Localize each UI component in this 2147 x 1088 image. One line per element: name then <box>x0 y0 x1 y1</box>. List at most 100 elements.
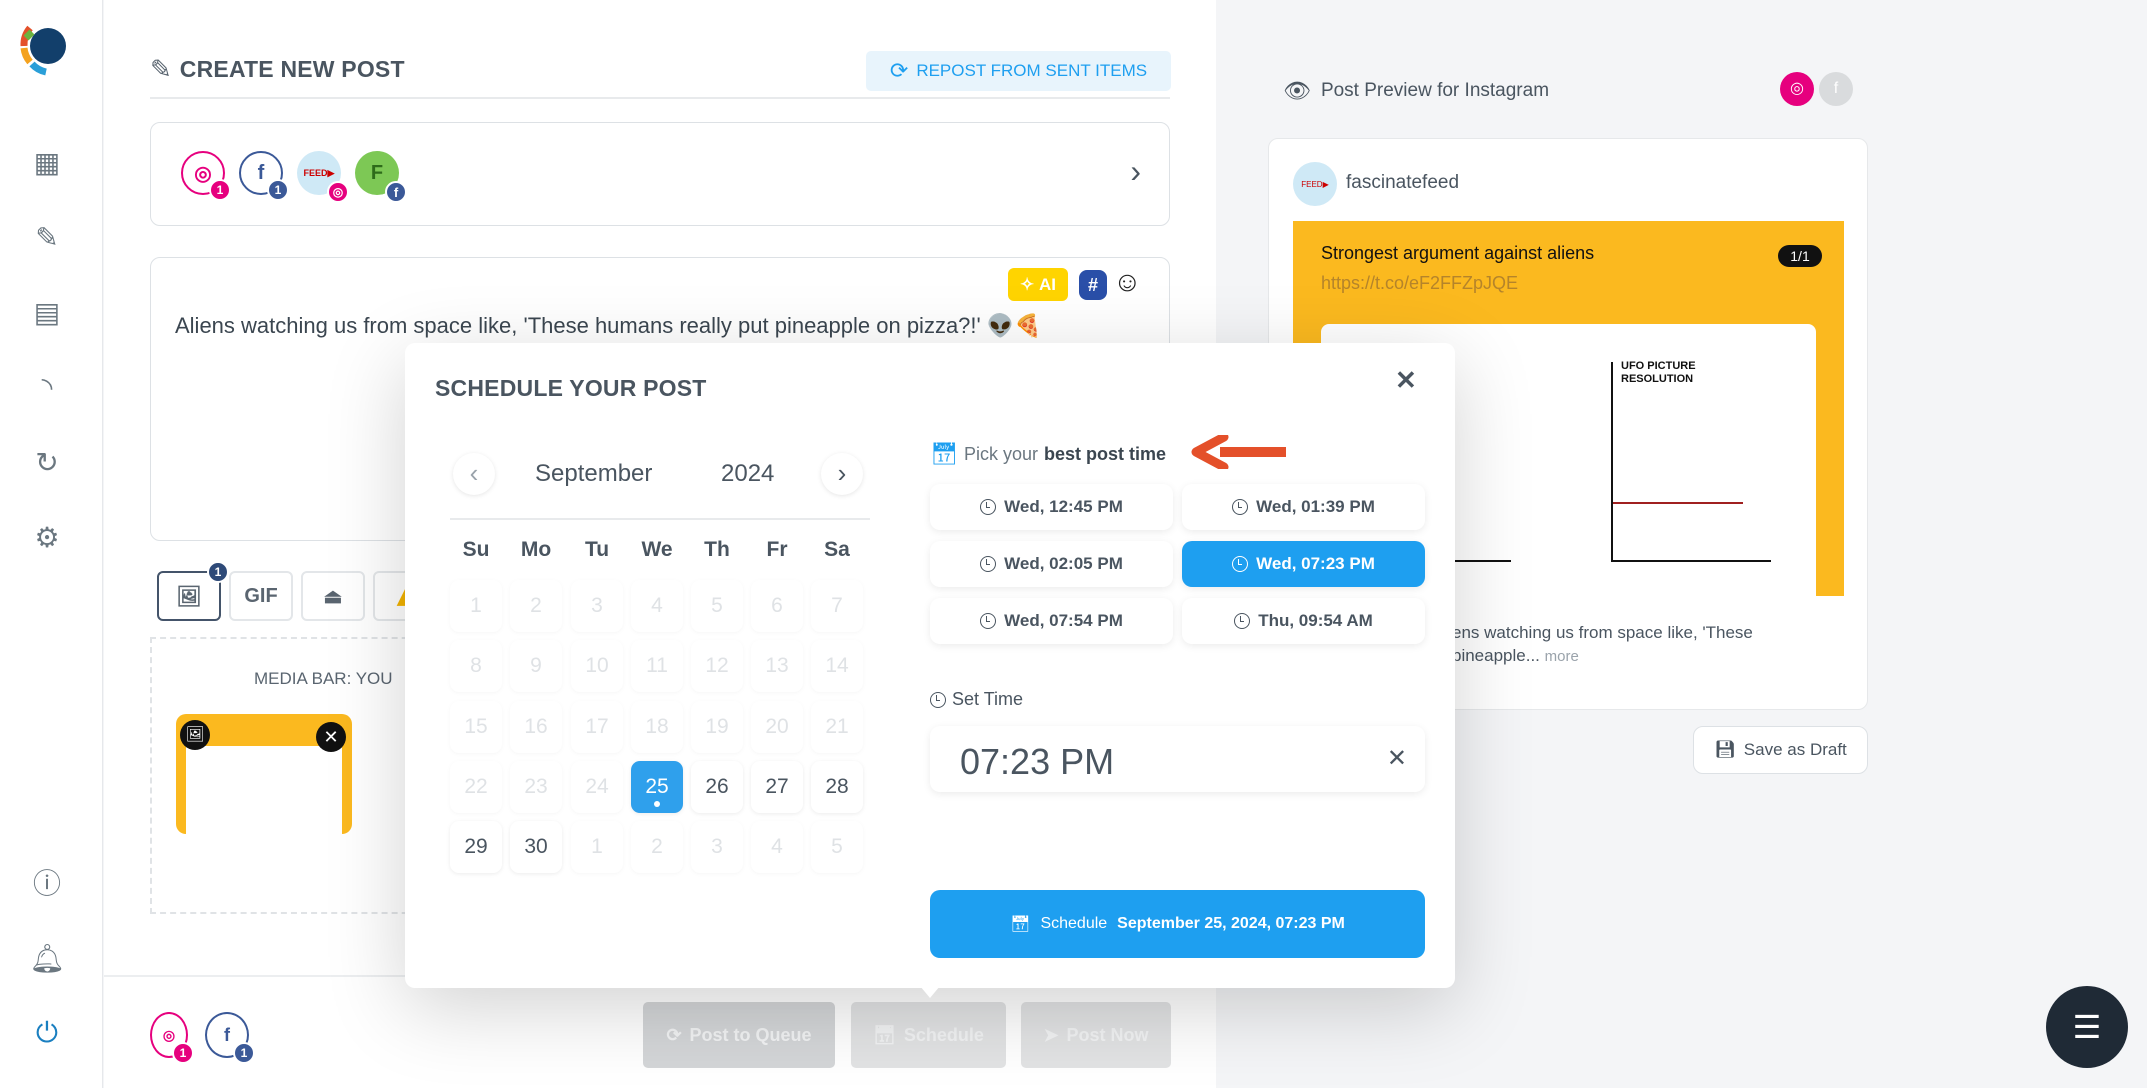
post-now-button[interactable]: ➤ Post Now <box>1021 1002 1171 1068</box>
menu-button[interactable]: ☰ <box>2046 986 2128 1068</box>
eye-icon: 👁︎ <box>1283 78 1311 103</box>
rss-icon[interactable]: ◝ <box>30 370 64 404</box>
repost-button[interactable]: ⟳ REPOST FROM SENT ITEMS <box>866 51 1171 91</box>
image-icon: 🖼︎ <box>180 720 210 750</box>
instagram-icon: ◎ <box>194 162 212 185</box>
account-fascinatefeed[interactable]: FEED▶ ◎ <box>297 151 349 203</box>
calendar-day: 7 <box>811 580 863 632</box>
calendar-day[interactable]: 29 <box>450 821 502 873</box>
calendar-day: 23 <box>510 761 562 813</box>
calendar-day: 17 <box>571 701 623 753</box>
upload-button[interactable]: ⏏ <box>301 571 365 621</box>
power-icon[interactable]: ⏻ <box>30 1016 64 1050</box>
account-instagram[interactable]: ◎ 1 <box>181 151 231 201</box>
queue-icon: ⟳ <box>666 1024 682 1045</box>
edit-icon[interactable]: ✎ <box>30 220 64 254</box>
account-f[interactable]: Ff <box>355 151 407 203</box>
preview-instagram-tab[interactable]: ◎ <box>1780 72 1814 106</box>
clock-icon <box>1232 556 1249 572</box>
best-time-label: 📅︎ Pick your best post time <box>930 441 1166 466</box>
calendar-day: 11 <box>631 640 683 692</box>
divider <box>150 97 1170 99</box>
page-title: CREATE NEW POST <box>179 56 405 82</box>
gif-button[interactable]: GIF <box>229 571 293 621</box>
time-slot[interactable]: Thu, 09:54 AM <box>1182 598 1425 644</box>
image-upload-button[interactable]: 🖼︎ 1 <box>157 561 229 621</box>
clock-icon <box>980 556 997 572</box>
clock-icon <box>1234 613 1251 629</box>
calendar-day: 20 <box>751 701 803 753</box>
time-slot[interactable]: Wed, 01:39 PM <box>1182 484 1425 530</box>
prev-month-button[interactable]: ‹ <box>453 453 495 495</box>
facebook-icon: f <box>385 181 407 203</box>
calendar-day: 15 <box>450 701 502 753</box>
next-month-button[interactable]: › <box>821 453 863 495</box>
app-logo[interactable] <box>16 16 76 76</box>
post-text[interactable]: Aliens watching us from space like, 'The… <box>175 313 1042 339</box>
set-time-label: Set Time <box>930 689 1023 710</box>
selected-instagram[interactable]: ◎ 1 <box>150 1012 194 1064</box>
time-slot[interactable]: Wed, 02:05 PM <box>930 541 1173 587</box>
time-slot[interactable]: Wed, 07:23 PM <box>1182 541 1425 587</box>
weekday-header: Mo <box>520 538 552 561</box>
accounts-selector[interactable]: ◎ 1 f1 FEED▶ ◎ Ff › <box>150 122 1170 226</box>
clock-icon <box>980 613 997 629</box>
calendar-day[interactable]: 30 <box>510 821 562 873</box>
more-link[interactable]: more <box>1545 648 1579 665</box>
ai-button[interactable]: ✧ AI <box>1008 268 1068 301</box>
post-to-queue-button[interactable]: ⟳ Post to Queue <box>643 1002 835 1068</box>
thumbnail-image <box>186 746 342 834</box>
account-avatar: FEED▶ <box>1293 162 1337 206</box>
save-icon: 💾︎ <box>1714 740 1736 759</box>
calendar-day: 10 <box>571 640 623 692</box>
image-counter: 1/1 <box>1778 245 1822 267</box>
calendar-day: 22 <box>450 761 502 813</box>
selected-facebook[interactable]: f1 <box>205 1012 255 1064</box>
calendar-day[interactable]: 27 <box>751 761 803 813</box>
modal-title: SCHEDULE YOUR POST <box>435 375 707 401</box>
gear-icon[interactable]: ⚙ <box>30 520 64 554</box>
calendar-day: 8 <box>450 640 502 692</box>
create-post-header: ✎ CREATE NEW POST <box>150 54 405 85</box>
info-icon[interactable]: ⓘ <box>30 865 64 899</box>
clock-icon <box>1232 499 1249 515</box>
calendar-day: 19 <box>691 701 743 753</box>
news-icon[interactable]: ▤ <box>30 295 64 329</box>
save-draft-button[interactable]: 💾︎ Save as Draft <box>1693 726 1868 774</box>
year-select[interactable]: 2024 <box>721 460 774 488</box>
divider <box>450 518 870 520</box>
edit-icon: ✎ <box>150 54 172 84</box>
schedule-confirm-button[interactable]: 📅︎ Schedule September 25, 2024, 07:23 PM <box>930 890 1425 958</box>
calendar-day: 9 <box>510 640 562 692</box>
remove-media-button[interactable]: ✕ <box>316 722 346 752</box>
account-facebook[interactable]: f1 <box>239 151 289 201</box>
chevron-right-icon[interactable]: › <box>1130 153 1141 190</box>
bell-icon[interactable]: 🔔︎ <box>29 941 65 975</box>
emoji-icon[interactable]: ☺ <box>1113 266 1142 298</box>
send-icon: ➤ <box>1043 1024 1059 1045</box>
schedule-button[interactable]: 📅︎ Schedule <box>851 1002 1006 1068</box>
clear-time-button[interactable]: ✕ <box>1387 744 1407 773</box>
calendar-day[interactable]: 28 <box>811 761 863 813</box>
calendar-day[interactable]: 26 <box>691 761 743 813</box>
month-select[interactable]: September <box>535 460 652 488</box>
history-icon[interactable]: ↻ <box>30 445 64 479</box>
calendar-day: 14 <box>811 640 863 692</box>
preview-facebook-tab[interactable]: f <box>1819 72 1853 106</box>
media-thumbnail[interactable]: 🖼︎ ✕ <box>176 714 352 834</box>
calendar-day: 1 <box>450 580 502 632</box>
dashboard-icon[interactable]: ▦ <box>30 145 64 179</box>
time-slot[interactable]: Wed, 12:45 PM <box>930 484 1173 530</box>
upload-icon: ⏏ <box>323 585 343 608</box>
sidebar: ▦ ✎ ▤ ◝ ↻ ⚙ ⓘ 🔔︎ ⏻ <box>0 0 103 1088</box>
close-button[interactable]: ✕ <box>1395 365 1417 396</box>
time-slot[interactable]: Wed, 07:54 PM <box>930 598 1173 644</box>
calendar-day: 4 <box>631 580 683 632</box>
time-input[interactable]: 07:23 PM ✕ <box>930 726 1425 792</box>
hashtag-button[interactable]: # <box>1079 270 1107 300</box>
calendar-day[interactable]: 25 <box>631 761 683 813</box>
weekday-header: Tu <box>584 538 610 561</box>
calendar-day: 6 <box>751 580 803 632</box>
arrow-annotation-icon <box>1191 435 1286 469</box>
clock-icon <box>980 499 997 515</box>
